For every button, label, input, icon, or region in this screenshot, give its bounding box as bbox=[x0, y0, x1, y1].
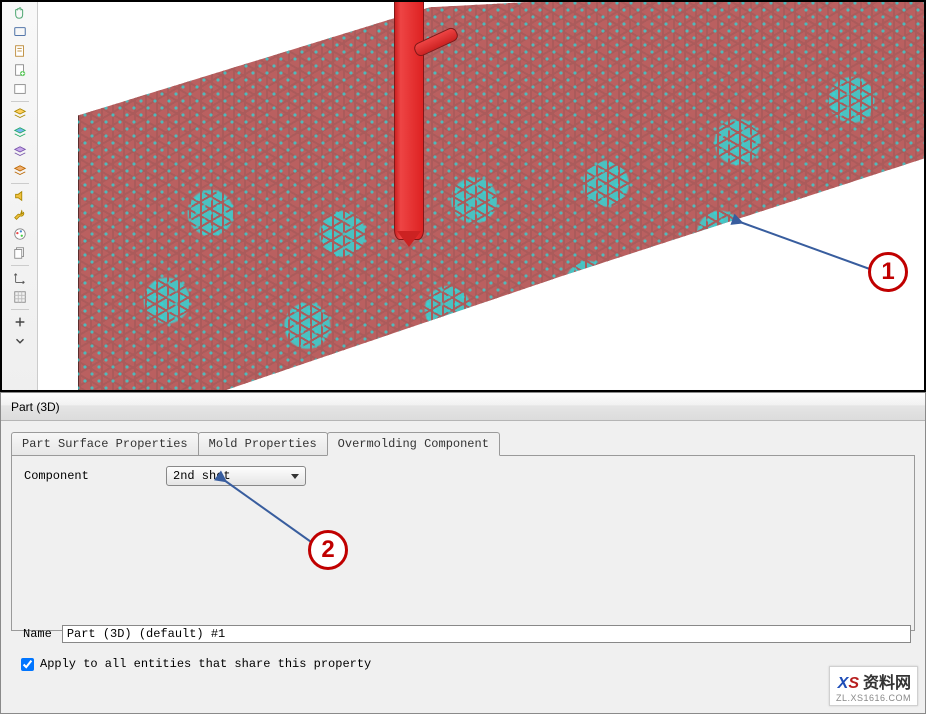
plus-icon[interactable] bbox=[11, 313, 29, 331]
tab-mold-properties[interactable]: Mold Properties bbox=[198, 432, 328, 455]
tab-label: Mold Properties bbox=[209, 437, 317, 451]
name-input[interactable] bbox=[62, 625, 911, 643]
palette-icon[interactable] bbox=[11, 225, 29, 243]
callout-1: 1 bbox=[728, 212, 924, 295]
tab-label: Overmolding Component bbox=[338, 437, 489, 451]
grid-icon[interactable] bbox=[11, 288, 29, 306]
view-icon[interactable] bbox=[11, 23, 29, 41]
separator-icon bbox=[11, 183, 29, 184]
axis-icon[interactable] bbox=[11, 269, 29, 287]
expand-down-icon[interactable] bbox=[11, 332, 29, 350]
sheet-icon[interactable] bbox=[11, 80, 29, 98]
watermark: XS资料网 ZL.XS1616.COM bbox=[829, 666, 918, 706]
tab-part-surface-properties[interactable]: Part Surface Properties bbox=[11, 432, 199, 455]
panel-title-text: Part (3D) bbox=[11, 400, 60, 414]
apply-all-label: Apply to all entities that share this pr… bbox=[40, 657, 371, 671]
tab-content: Component 2nd shot bbox=[11, 455, 915, 631]
sheet-stack-icon[interactable] bbox=[11, 244, 29, 262]
component-label: Component bbox=[24, 469, 154, 483]
watermark-s: S bbox=[848, 675, 859, 692]
watermark-cn: 资料网 bbox=[863, 675, 911, 692]
tab-strip: Part Surface Properties Mold Properties … bbox=[11, 431, 915, 455]
name-label: Name bbox=[23, 627, 52, 641]
part-properties-panel: Part (3D) Part Surface Properties Mold P… bbox=[0, 392, 926, 714]
injection-sprue[interactable] bbox=[394, 2, 424, 240]
panel-title: Part (3D) bbox=[1, 393, 925, 421]
tab-overmolding-component[interactable]: Overmolding Component bbox=[327, 432, 500, 456]
callout-2: 2 bbox=[188, 474, 348, 572]
stack-purple-icon[interactable] bbox=[11, 143, 29, 161]
gate-icon bbox=[397, 231, 421, 247]
stack-blue-icon[interactable] bbox=[11, 124, 29, 142]
apply-all-checkbox[interactable] bbox=[21, 658, 34, 671]
viewport[interactable]: 1 bbox=[2, 2, 924, 390]
hand-icon[interactable] bbox=[11, 4, 29, 22]
watermark-sub: ZL.XS1616.COM bbox=[836, 693, 911, 703]
separator-icon bbox=[11, 309, 29, 310]
speaker-icon[interactable] bbox=[11, 187, 29, 205]
separator-icon bbox=[11, 101, 29, 102]
doc-icon[interactable] bbox=[11, 42, 29, 60]
left-toolbar bbox=[2, 2, 38, 390]
meshed-part[interactable] bbox=[78, 2, 924, 390]
callout-2-number: 2 bbox=[321, 536, 334, 564]
stack-orange-icon[interactable] bbox=[11, 162, 29, 180]
watermark-x: X bbox=[838, 675, 849, 692]
callout-1-number: 1 bbox=[881, 258, 894, 286]
wrench-icon[interactable] bbox=[11, 206, 29, 224]
separator-icon bbox=[11, 265, 29, 266]
3d-canvas[interactable]: 1 bbox=[38, 2, 924, 390]
tab-label: Part Surface Properties bbox=[22, 437, 188, 451]
layers-icon[interactable] bbox=[11, 105, 29, 123]
doc-add-icon[interactable] bbox=[11, 61, 29, 79]
